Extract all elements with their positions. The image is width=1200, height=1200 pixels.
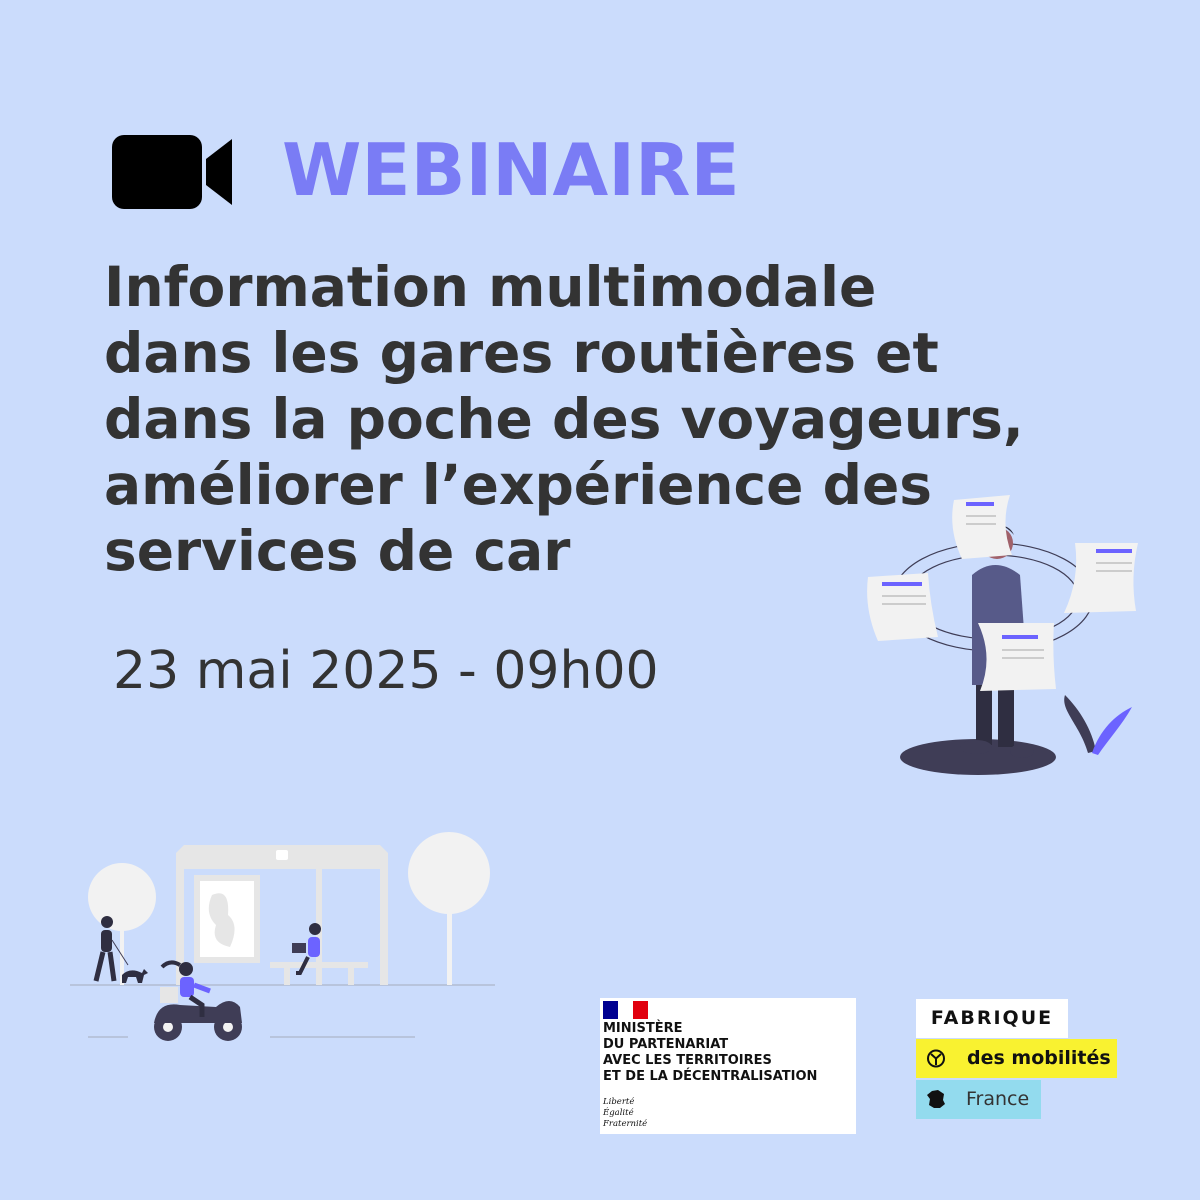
republique-francaise-flag-icon	[603, 1001, 648, 1019]
france-map-icon	[916, 1080, 956, 1119]
motto-line: Égalité	[603, 1108, 634, 1118]
motto-line: Fraternité	[603, 1119, 648, 1129]
webinaire-label: WEBINAIRE	[282, 128, 740, 212]
ministere-name: MINISTÈRE DU PARTENARIAT AVEC LES TERRIT…	[603, 1021, 817, 1085]
fabrique-des-mobilites-logo: FABRIQUE des mobilités France	[915, 998, 1120, 1123]
france-label: France	[956, 1080, 1041, 1119]
bus-stop-illustration	[70, 832, 495, 1041]
ministere-name-line: DU PARTENARIAT	[603, 1037, 729, 1052]
ministere-name-line: ET DE LA DÉCENTRALISATION	[603, 1069, 818, 1084]
person-documents-illustration	[867, 495, 1138, 775]
ministere-name-line: AVEC LES TERRITOIRES	[603, 1053, 772, 1068]
mobility-compass-icon	[916, 1039, 956, 1078]
ministere-name-line: MINISTÈRE	[603, 1021, 683, 1036]
title-line: dans les gares routières et	[104, 321, 939, 385]
fabrique-label: FABRIQUE	[916, 999, 1068, 1038]
title-line: dans la poche des voyageurs,	[104, 387, 1024, 451]
video-camera-icon	[112, 135, 232, 209]
des-mobilites-label: des mobilités	[956, 1039, 1117, 1078]
ministere-logo: MINISTÈRE DU PARTENARIAT AVEC LES TERRIT…	[600, 998, 856, 1134]
title-line: Information multimodale	[104, 255, 877, 319]
event-date: 23 mai 2025 - 09h00	[113, 641, 659, 701]
republic-motto: Liberté Égalité Fraternité	[603, 1097, 647, 1130]
motto-line: Liberté	[603, 1097, 635, 1107]
